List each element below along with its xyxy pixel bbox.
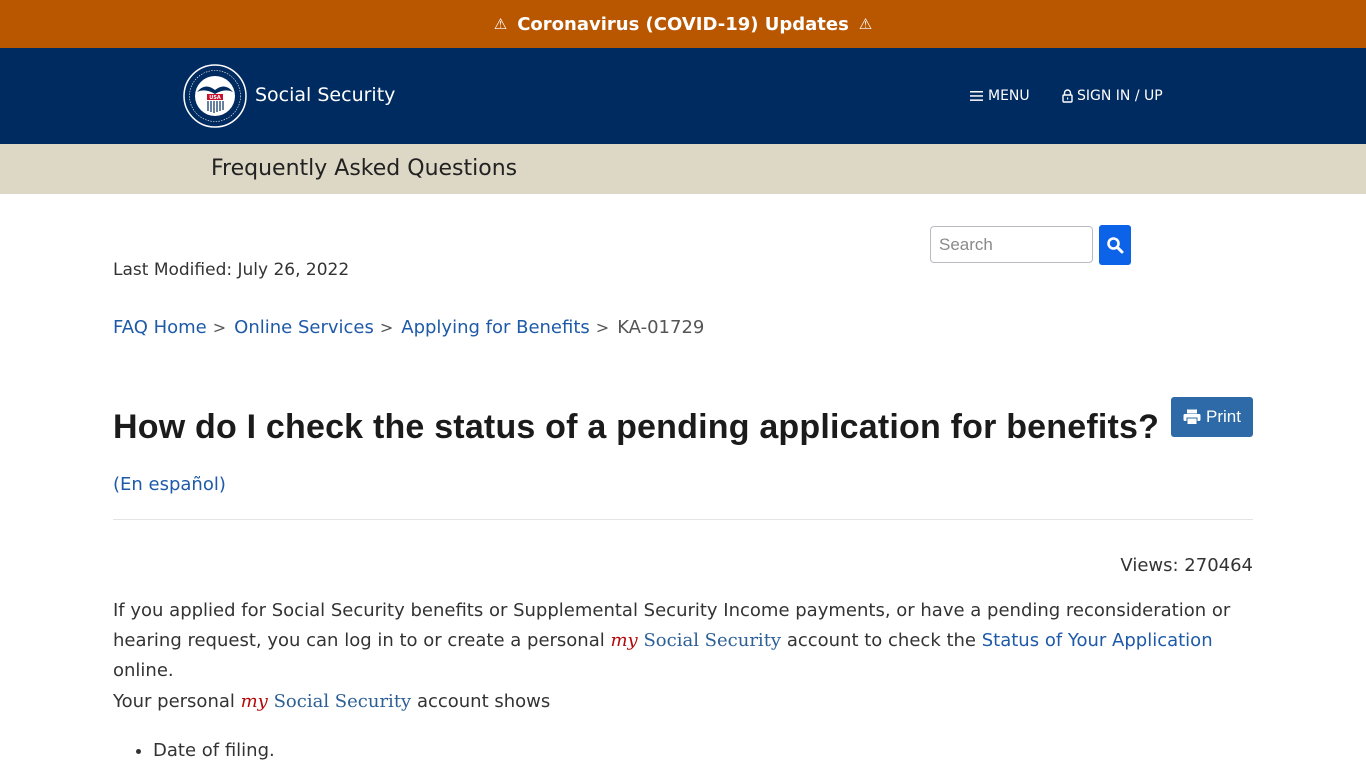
svg-text:USA: USA bbox=[209, 95, 221, 101]
my-brand-text: my bbox=[240, 691, 268, 712]
covid-alert-link[interactable]: Coronavirus (COVID-19) Updates bbox=[517, 14, 849, 35]
spanish-version-link[interactable]: (En español) bbox=[113, 474, 226, 495]
site-header: USA Social Security MENU SIGN IN / UP bbox=[0, 48, 1366, 144]
paragraph-text: Your personal bbox=[113, 691, 241, 712]
breadcrumb-current: KA-01729 bbox=[617, 317, 705, 338]
printer-icon bbox=[1183, 409, 1201, 425]
list-item: Date of filing. bbox=[153, 740, 275, 761]
search-input[interactable] bbox=[930, 226, 1093, 263]
section-title[interactable]: Frequently Asked Questions bbox=[211, 156, 517, 181]
my-brand-text: my bbox=[610, 630, 638, 651]
breadcrumb: FAQ Home > Online Services > Applying fo… bbox=[113, 317, 704, 338]
faq-subheader: Frequently Asked Questions bbox=[0, 144, 1366, 194]
paragraph-text: online. bbox=[113, 660, 174, 681]
paragraph-text: account shows bbox=[411, 691, 551, 712]
breadcrumb-faq-home[interactable]: FAQ Home bbox=[113, 317, 207, 338]
social-security-brand-text: Social Security bbox=[637, 630, 782, 651]
breadcrumb-applying-for-benefits[interactable]: Applying for Benefits bbox=[401, 317, 590, 338]
divider bbox=[113, 519, 1253, 520]
view-count: Views: 270464 bbox=[1120, 555, 1253, 576]
article-title: How do I check the status of a pending a… bbox=[113, 408, 1160, 446]
breadcrumb-online-services[interactable]: Online Services bbox=[234, 317, 374, 338]
breadcrumb-separator: > bbox=[595, 318, 610, 337]
print-label: Print bbox=[1206, 407, 1241, 426]
status-of-application-link[interactable]: Status of Your Application bbox=[982, 630, 1213, 651]
breadcrumb-separator: > bbox=[212, 318, 227, 337]
sign-in-label: SIGN IN / UP bbox=[1077, 88, 1163, 104]
ssa-seal-logo[interactable]: USA bbox=[183, 64, 247, 128]
sign-in-button[interactable]: SIGN IN / UP bbox=[1062, 88, 1163, 104]
menu-label: MENU bbox=[988, 88, 1030, 104]
warning-icon: ⚠ bbox=[858, 15, 873, 33]
warning-icon: ⚠ bbox=[493, 15, 508, 33]
last-modified-date: Last Modified: July 26, 2022 bbox=[113, 260, 350, 280]
covid-alert-banner[interactable]: ⚠ Coronavirus (COVID-19) Updates ⚠ bbox=[0, 0, 1366, 48]
account-features-list: Date of filing. bbox=[153, 740, 275, 761]
lock-icon bbox=[1062, 89, 1073, 103]
article-paragraph: If you applied for Social Security benef… bbox=[113, 596, 1263, 686]
menu-button[interactable]: MENU bbox=[970, 88, 1030, 104]
print-button[interactable]: Print bbox=[1171, 397, 1253, 437]
search-button[interactable] bbox=[1099, 225, 1131, 265]
breadcrumb-separator: > bbox=[379, 318, 394, 337]
paragraph-text: account to check the bbox=[781, 630, 982, 651]
site-brand[interactable]: Social Security bbox=[255, 84, 395, 106]
article-paragraph: Your personal my Social Security account… bbox=[113, 687, 1263, 717]
hamburger-icon bbox=[970, 91, 983, 101]
search-icon bbox=[1107, 237, 1124, 254]
social-security-brand-text: Social Security bbox=[267, 691, 412, 712]
